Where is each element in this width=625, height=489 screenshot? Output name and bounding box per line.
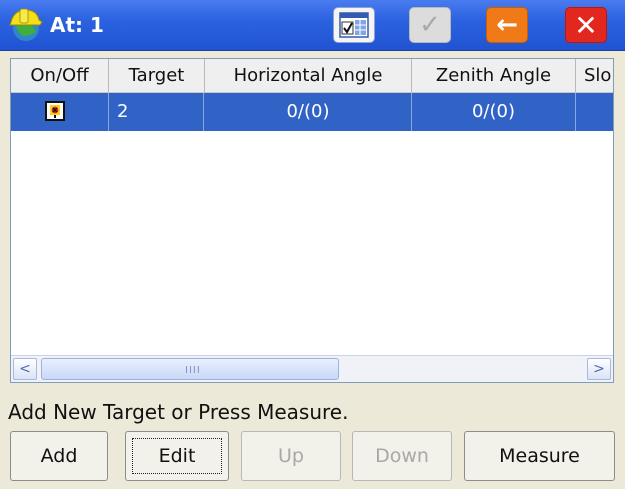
table-row[interactable]: 2 0/(0) 0/(0) [11,93,613,131]
target-cell: 2 [109,93,204,131]
target-enabled-checkbox[interactable] [45,101,65,121]
column-header-horizontal-angle[interactable]: Horizontal Angle [205,59,412,92]
scroll-right-button[interactable]: > [587,358,611,380]
table-view-icon [339,12,369,38]
title-bar: At: 1 ✓ ← ✕ [0,0,625,51]
close-button[interactable]: ✕ [565,7,607,43]
column-header-on-off[interactable]: On/Off [11,59,109,92]
up-button[interactable]: Up [241,431,341,481]
scroll-left-button[interactable]: < [13,358,37,380]
hardhat-globe-icon [9,8,43,41]
horizontal-angle-cell: 0/(0) [205,93,412,131]
window-title: At: 1 [50,13,104,37]
target-marker-icon [50,105,60,118]
close-x-icon: ✕ [574,8,598,42]
horizontal-scrollbar[interactable]: < IIII > [11,355,613,382]
table-header: On/Off Target Horizontal Angle Zenith An… [11,59,613,93]
focus-rectangle [132,438,222,474]
zenith-angle-cell: 0/(0) [412,93,576,131]
slope-cell [576,93,613,131]
table-view-button[interactable] [333,7,375,43]
back-button[interactable]: ← [486,7,528,43]
add-button[interactable]: Add [10,431,108,481]
edit-button[interactable]: Edit [125,431,229,481]
chevron-right-icon: > [593,361,605,377]
status-message: Add New Target or Press Measure. [8,400,349,424]
arrow-left-icon: ← [496,10,518,40]
targets-table[interactable]: On/Off Target Horizontal Angle Zenith An… [10,58,614,383]
measure-button[interactable]: Measure [464,431,615,481]
down-button[interactable]: Down [352,431,452,481]
check-icon: ✓ [419,10,441,40]
column-header-target[interactable]: Target [109,59,205,92]
on-off-cell [11,93,109,131]
scrollbar-thumb[interactable]: IIII [41,358,339,380]
chevron-left-icon: < [19,361,31,377]
column-header-slope[interactable]: Slo [576,59,613,92]
scrollbar-grip: IIII [185,365,201,376]
ok-button[interactable]: ✓ [409,7,451,43]
column-header-zenith-angle[interactable]: Zenith Angle [412,59,576,92]
